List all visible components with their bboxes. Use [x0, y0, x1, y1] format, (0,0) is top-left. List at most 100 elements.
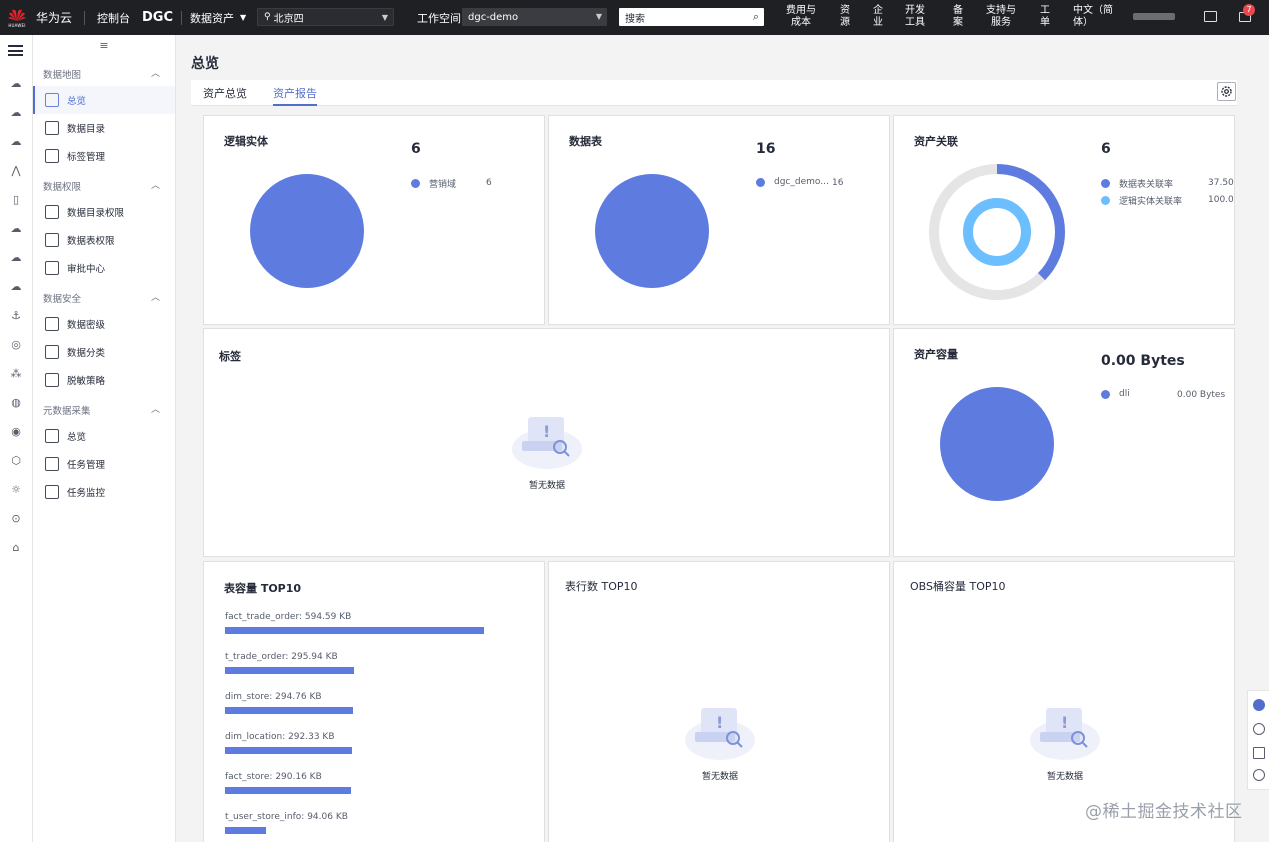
sidebar-item-task-monitor[interactable]: 任务监控 — [33, 478, 175, 506]
legend-label: 营销域 — [429, 180, 457, 190]
watermark: @稀土掘金技术社区 — [1085, 802, 1243, 822]
collapse-menu-icon[interactable]: ≡ — [33, 35, 175, 57]
bar-label: fact_trade_order: 594.59 KB — [225, 612, 352, 622]
cluster-icon[interactable]: ⁂ — [9, 367, 23, 381]
search-input[interactable]: 搜索 ⌕ — [619, 8, 764, 26]
product-name[interactable]: DGC — [142, 10, 173, 25]
brand-name[interactable]: 华为云 — [36, 9, 72, 26]
svg-text:!: ! — [543, 422, 550, 441]
huawei-petal-icon — [8, 9, 26, 21]
bar[interactable] — [225, 747, 353, 754]
group-metadata-collection[interactable]: 元数据采集 ︿ — [43, 403, 160, 417]
gauge-icon[interactable]: ⋀ — [9, 164, 23, 178]
help-icon[interactable] — [1253, 723, 1265, 735]
smile-icon[interactable] — [1253, 769, 1265, 781]
inner-ring-value[interactable] — [963, 198, 1031, 266]
language-menu[interactable]: 中文（简 体） — [1073, 5, 1113, 29]
filing-menu[interactable]: 备案 — [953, 5, 963, 29]
grid-icon — [45, 345, 59, 359]
console-link[interactable]: 控制台 — [97, 10, 130, 26]
sidebar-item-metadata-overview[interactable]: 总览 — [33, 422, 175, 450]
gear-icon[interactable] — [1217, 82, 1236, 101]
top-navigation-bar: HUAWEI 华为云 控制台 DGC 数据资产 ▼ ⚲ 北京四 ▼ 工作空间 d… — [0, 0, 1269, 35]
sidebar-item-data-classification[interactable]: 数据分类 — [33, 338, 175, 366]
globe-icon[interactable]: ◍ — [9, 396, 23, 410]
legend-item[interactable]: dgc_demo... — [756, 177, 829, 187]
sidebar-item-security-level[interactable]: 数据密级 — [33, 310, 175, 338]
cloud-storage-icon[interactable]: ☁ — [9, 280, 23, 294]
module-menu[interactable]: 数据资产 — [190, 10, 234, 26]
group-label: 数据安全 — [43, 294, 82, 305]
legend-item[interactable]: 营销域 — [411, 177, 456, 190]
sidebar-item-label: 总览 — [67, 96, 87, 107]
sidebar-item-overview[interactable]: 总览 — [33, 86, 175, 114]
support-menu[interactable]: 支持与 服务 — [986, 5, 1016, 29]
group-data-permission[interactable]: 数据权限 ︿ — [43, 179, 160, 193]
filing-label-1: 备 — [953, 5, 963, 16]
sidebar-item-masking-policy[interactable]: 脱敏策略 — [33, 366, 175, 394]
terminal-icon[interactable] — [1204, 11, 1217, 22]
feedback-icon[interactable] — [1253, 747, 1265, 759]
search-circle-icon[interactable]: ⊙ — [9, 512, 23, 526]
cloud-db-icon[interactable]: ☁ — [9, 135, 23, 149]
tab-asset-overview[interactable]: 资产总览 — [203, 85, 247, 106]
cloud-upload-icon[interactable]: ☁ — [9, 251, 23, 265]
bar[interactable] — [225, 707, 354, 714]
billing-menu[interactable]: 费用与 成本 — [786, 5, 816, 29]
sidebar-item-table-permission[interactable]: 数据表权限 — [33, 226, 175, 254]
customer-service-icon[interactable] — [1253, 699, 1265, 711]
enterprise-menu[interactable]: 企业 — [873, 5, 883, 29]
cloud-sync-icon[interactable]: ☁ — [9, 222, 23, 236]
bar[interactable] — [225, 667, 354, 674]
huawei-logo[interactable]: HUAWEI — [4, 5, 30, 31]
sun-icon[interactable]: ☼ — [9, 483, 23, 497]
sidebar-item-data-catalog[interactable]: 数据目录 — [33, 114, 175, 142]
legend-item[interactable]: dli — [1101, 389, 1130, 399]
location-pin-icon: ⚲ — [264, 12, 271, 22]
group-label: 元数据采集 — [43, 406, 91, 417]
cloud-server-icon[interactable]: ☁ — [9, 106, 23, 120]
pie-slice[interactable] — [940, 387, 1054, 501]
workspace-select[interactable]: dgc-demo ▼ — [462, 8, 607, 26]
page-title: 总览 — [191, 56, 219, 72]
resource-menu[interactable]: 资源 — [840, 5, 850, 29]
sidebar-item-label: 标签管理 — [67, 152, 106, 163]
devtools-menu[interactable]: 开发 工具 — [905, 5, 925, 29]
menu-icon[interactable] — [8, 45, 23, 56]
anchor-icon[interactable]: ⚓ — [9, 309, 23, 323]
legend-label: 数据表关联率 — [1119, 180, 1174, 190]
dgc-service-icon[interactable]: ◉ — [9, 425, 23, 439]
bar[interactable] — [225, 827, 266, 834]
cloud-icon[interactable]: ☁ — [9, 77, 23, 91]
chevron-down-icon: ▼ — [381, 13, 388, 22]
chevron-down-icon[interactable]: ▼ — [240, 13, 246, 22]
legend-item[interactable]: 数据表关联率 — [1101, 177, 1173, 190]
search-icon[interactable]: ⌕ — [753, 10, 759, 24]
region-select[interactable]: ⚲ 北京四 ▼ — [257, 8, 394, 26]
tab-asset-report[interactable]: 资产报告 — [273, 85, 317, 106]
bar[interactable] — [225, 627, 484, 634]
logo-subtext: HUAWEI — [8, 22, 26, 28]
pie-slice[interactable] — [595, 174, 709, 288]
account-name-redacted[interactable] — [1133, 13, 1175, 20]
sidebar-item-tag-management[interactable]: 标签管理 — [33, 142, 175, 170]
ticket-menu[interactable]: 工单 — [1040, 5, 1050, 29]
sidebar-item-task-management[interactable]: 任务管理 — [33, 450, 175, 478]
group-data-security[interactable]: 数据安全 ︿ — [43, 291, 160, 305]
workspace-label: 工作空间 — [417, 12, 461, 25]
compass-icon[interactable]: ◎ — [9, 338, 23, 352]
hexagon-icon[interactable]: ⬡ — [9, 454, 23, 468]
group-data-map[interactable]: 数据地图 ︿ — [43, 67, 160, 81]
legend-item[interactable]: 逻辑实体关联率 — [1101, 194, 1182, 207]
ring-chart — [929, 164, 1065, 300]
sidebar-item-label: 数据目录 — [67, 124, 106, 135]
legend-value: 37.50% — [1208, 178, 1234, 188]
sidebar-item-catalog-permission[interactable]: 数据目录权限 — [33, 198, 175, 226]
building-icon[interactable]: ⌂ — [9, 541, 23, 555]
billing-label-1: 费用与 — [786, 5, 816, 16]
monitor-icon — [45, 485, 59, 499]
bar[interactable] — [225, 787, 352, 794]
document-icon[interactable]: ▯ — [9, 193, 23, 207]
sidebar-item-approval-center[interactable]: 审批中心 — [33, 254, 175, 282]
pie-slice[interactable] — [250, 174, 364, 288]
